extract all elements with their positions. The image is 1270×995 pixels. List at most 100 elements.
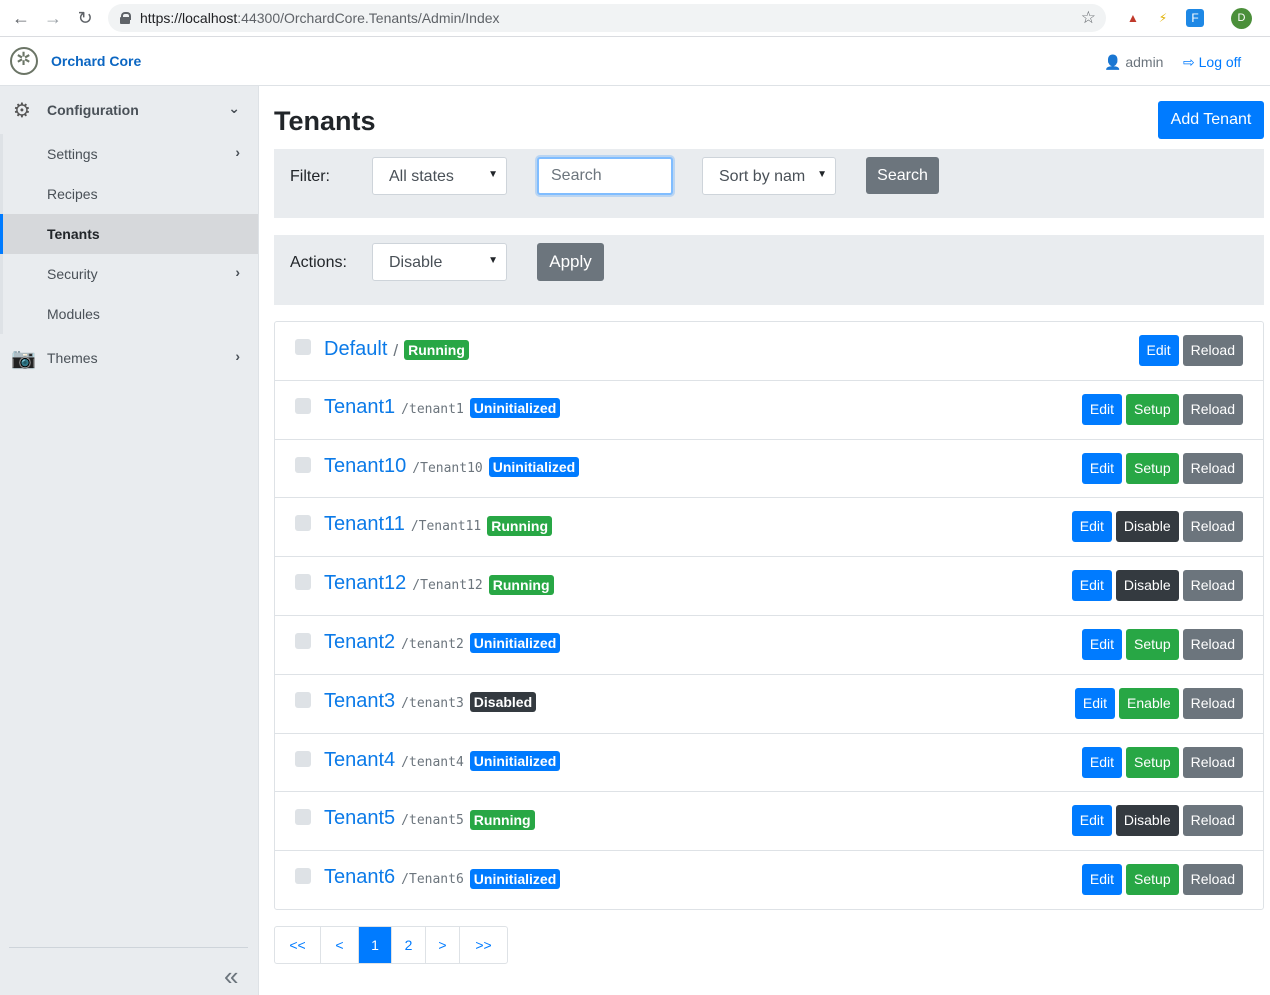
sidebar-item-tenants[interactable]: Tenants	[0, 214, 258, 254]
sidebar-section-configuration[interactable]: ⚙ Configuration ⌄	[0, 86, 258, 134]
sidebar-section-label: Themes	[47, 350, 98, 366]
tenant-checkbox[interactable]	[295, 750, 311, 767]
url-path: :44300/OrchardCore.Tenants/Admin/Index	[237, 10, 500, 26]
reload-button[interactable]: Reload	[1182, 393, 1243, 425]
sidebar-item-recipes[interactable]: Recipes	[3, 174, 258, 214]
status-badge: Uninitialized	[469, 751, 561, 772]
sort-select[interactable]: Sort by nam ▼	[702, 157, 836, 195]
pager-next[interactable]: >	[426, 927, 460, 963]
brand-link[interactable]: Orchard Core	[51, 53, 141, 69]
tenant-actions: Edit Enable Reload	[1074, 687, 1243, 719]
edit-button[interactable]: Edit	[1081, 393, 1123, 425]
tenant-checkbox[interactable]	[295, 632, 311, 649]
pager-prev[interactable]: <	[321, 927, 359, 963]
tenant-path: /tenant5	[401, 813, 464, 829]
reload-button[interactable]: Reload	[1182, 805, 1243, 837]
tenant-checkbox[interactable]	[295, 515, 311, 532]
tenant-title: Tenant11/Tenant11 Running	[324, 513, 553, 536]
edit-button[interactable]: Edit	[1074, 687, 1116, 719]
pager-last[interactable]: >>	[460, 927, 507, 963]
edit-button[interactable]: Edit	[1081, 452, 1123, 484]
profile-avatar[interactable]: D	[1231, 8, 1252, 29]
state-filter-select[interactable]: All states ▼	[372, 157, 507, 195]
f-extension-icon[interactable]: F	[1186, 9, 1204, 27]
actions-panel: Actions: Disable ▼ Apply	[274, 235, 1264, 305]
setup-button[interactable]: Setup	[1126, 864, 1179, 896]
edit-button[interactable]: Edit	[1071, 570, 1112, 602]
edit-button[interactable]: Edit	[1138, 335, 1179, 366]
search-input[interactable]	[537, 157, 673, 195]
reload-button[interactable]: Reload	[1182, 570, 1243, 602]
logoff-link[interactable]: ⇨ Log off	[1183, 54, 1241, 71]
reload-button[interactable]: Reload	[1182, 511, 1243, 543]
tenant-title: Tenant10/Tenant10 Uninitialized	[324, 455, 580, 478]
pager-first[interactable]: <<	[275, 927, 321, 963]
tenant-name-link[interactable]: Tenant10	[324, 455, 406, 478]
pdf-extension-icon[interactable]: ▲	[1124, 9, 1142, 27]
sidebar-item-settings[interactable]: Settings ›	[3, 134, 258, 174]
tenant-checkbox[interactable]	[295, 691, 311, 708]
apply-button[interactable]: Apply	[537, 243, 604, 281]
reload-button[interactable]: Reload	[1182, 452, 1243, 484]
tenant-checkbox[interactable]	[295, 809, 311, 826]
tenant-name-link[interactable]: Tenant1	[324, 396, 395, 419]
tenant-path: /Tenant6	[401, 872, 464, 888]
user-menu[interactable]: 👤 admin	[1104, 54, 1163, 71]
back-icon[interactable]: ←	[9, 6, 33, 30]
sidebar-item-modules[interactable]: Modules	[3, 294, 258, 334]
pager-page-1[interactable]: 1	[359, 927, 392, 963]
tenant-checkbox[interactable]	[295, 868, 311, 885]
collapse-sidebar-icon[interactable]: «	[224, 961, 238, 992]
tenant-title: Tenant4/tenant4 Uninitialized	[324, 749, 561, 772]
reload-button[interactable]: Reload	[1182, 687, 1243, 719]
edit-button[interactable]: Edit	[1081, 864, 1123, 896]
reload-button[interactable]: Reload	[1182, 335, 1243, 366]
reload-button[interactable]: Reload	[1182, 746, 1243, 778]
tenant-checkbox[interactable]	[295, 574, 311, 591]
setup-button[interactable]: Setup	[1126, 628, 1179, 660]
setup-button[interactable]: Setup	[1126, 393, 1179, 425]
sidebar-item-security[interactable]: Security ›	[3, 254, 258, 294]
address-bar[interactable]: https://localhost:44300/OrchardCore.Tena…	[108, 4, 1106, 32]
enable-button[interactable]: Enable	[1119, 687, 1179, 719]
orchard-logo-icon[interactable]	[10, 47, 38, 75]
status-badge: Uninitialized	[469, 398, 561, 419]
status-badge: Uninitialized	[469, 633, 561, 654]
tenant-name-link[interactable]: Tenant2	[324, 631, 395, 654]
tenant-checkbox[interactable]	[295, 339, 311, 355]
setup-button[interactable]: Setup	[1126, 746, 1179, 778]
tenant-name-link[interactable]: Tenant3	[324, 690, 395, 713]
add-tenant-button[interactable]: Add Tenant	[1158, 101, 1264, 139]
edit-button[interactable]: Edit	[1071, 511, 1112, 543]
tenant-name-link[interactable]: Tenant6	[324, 866, 395, 889]
disable-button[interactable]: Disable	[1115, 511, 1179, 543]
search-button[interactable]: Search	[866, 157, 939, 194]
tenant-title: Tenant3/tenant3 Disabled	[324, 690, 537, 713]
disable-button[interactable]: Disable	[1115, 805, 1179, 837]
tenant-row: Tenant6/Tenant6 Uninitialized Edit Setup Rel…	[275, 851, 1263, 910]
forward-icon[interactable]: →	[41, 6, 65, 30]
reload-button[interactable]: Reload	[1182, 864, 1243, 896]
bulk-action-select[interactable]: Disable ▼	[372, 243, 507, 281]
tenant-row: Tenant10/Tenant10 Uninitialized Edit Setup R…	[275, 440, 1263, 499]
caret-down-icon: ▼	[817, 169, 827, 180]
sidebar-section-themes[interactable]: 📷 Themes ›	[0, 334, 258, 382]
tenant-name-link[interactable]: Tenant12	[324, 572, 406, 595]
bookmark-star-icon[interactable]: ☆	[1081, 8, 1096, 28]
reload-button[interactable]: Reload	[1182, 628, 1243, 660]
edit-button[interactable]: Edit	[1071, 805, 1112, 837]
edit-button[interactable]: Edit	[1081, 746, 1123, 778]
tenant-name-link[interactable]: Tenant5	[324, 807, 395, 830]
setup-button[interactable]: Setup	[1126, 452, 1179, 484]
lightning-extension-icon[interactable]: ⚡	[1154, 9, 1172, 27]
tenant-actions: Edit Setup Reload	[1081, 452, 1243, 484]
tenant-name-link[interactable]: Default	[324, 338, 387, 361]
tenant-name-link[interactable]: Tenant11	[324, 513, 405, 536]
reload-icon[interactable]: ↻	[73, 6, 97, 30]
tenant-name-link[interactable]: Tenant4	[324, 749, 395, 772]
pager-page-2[interactable]: 2	[392, 927, 426, 963]
tenant-checkbox[interactable]	[295, 456, 311, 473]
tenant-checkbox[interactable]	[295, 397, 311, 414]
disable-button[interactable]: Disable	[1115, 570, 1179, 602]
edit-button[interactable]: Edit	[1081, 628, 1123, 660]
